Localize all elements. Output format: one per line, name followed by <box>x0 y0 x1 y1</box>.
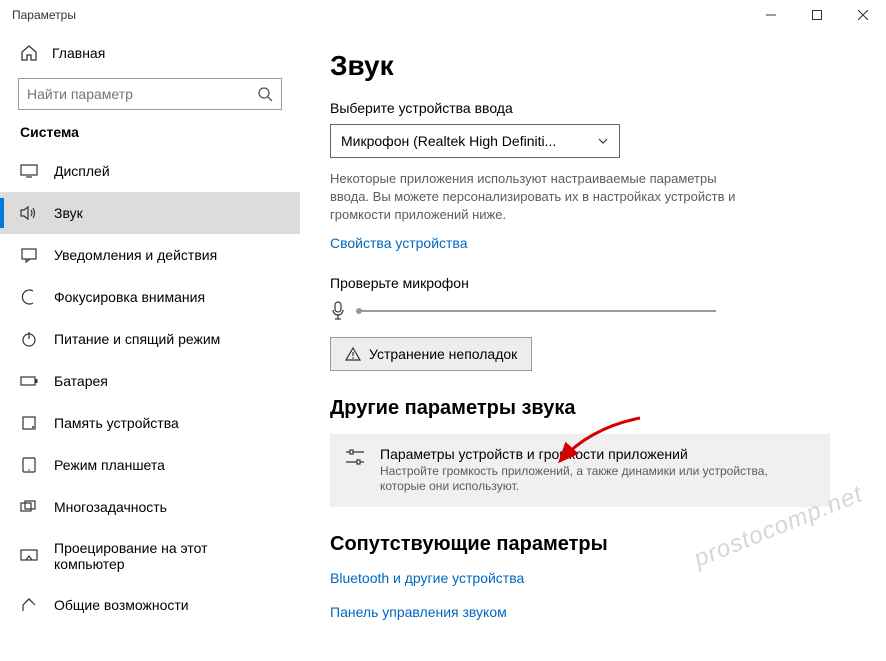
option-title: Параметры устройств и громкости приложен… <box>380 446 816 462</box>
sidebar-item-focus[interactable]: Фокусировка внимания <box>0 276 300 318</box>
window-controls <box>748 0 886 30</box>
shared-icon <box>20 596 38 614</box>
related-settings-title: Сопутствующие параметры <box>330 533 856 556</box>
bluetooth-link[interactable]: Bluetooth и другие устройства <box>330 570 524 586</box>
sidebar-item-label: Уведомления и действия <box>54 247 217 263</box>
home-nav[interactable]: Главная <box>0 34 300 72</box>
sidebar-item-battery[interactable]: Батарея <box>0 360 300 402</box>
microphone-icon <box>330 301 346 321</box>
minimize-button[interactable] <box>748 0 794 30</box>
chevron-down-icon <box>597 135 609 147</box>
storage-icon <box>20 414 38 432</box>
sidebar-item-notifications[interactable]: Уведомления и действия <box>0 234 300 276</box>
sidebar-section-title: Система <box>0 124 300 150</box>
search-input[interactable] <box>18 78 282 110</box>
sidebar-item-storage[interactable]: Память устройства <box>0 402 300 444</box>
sidebar-item-projecting[interactable]: Проецирование на этот компьютер <box>0 528 300 584</box>
sidebar: Главная Система Дисплей Звук Уведомления… <box>0 30 300 661</box>
input-device-dropdown[interactable]: Микрофон (Realtek High Definiti... <box>330 124 620 158</box>
sidebar-item-label: Проецирование на этот компьютер <box>54 540 280 572</box>
dropdown-value: Микрофон (Realtek High Definiti... <box>341 133 597 149</box>
test-mic-label: Проверьте микрофон <box>330 275 856 291</box>
input-device-label: Выберите устройства ввода <box>330 100 856 116</box>
sidebar-item-shared[interactable]: Общие возможности <box>0 584 300 626</box>
sidebar-item-sound[interactable]: Звук <box>0 192 300 234</box>
sidebar-item-multitask[interactable]: Многозадачность <box>0 486 300 528</box>
warning-icon <box>345 347 361 361</box>
focus-icon <box>20 288 38 306</box>
sidebar-item-label: Общие возможности <box>54 597 189 613</box>
titlebar: Параметры <box>0 0 886 30</box>
sidebar-item-label: Батарея <box>54 373 108 389</box>
tablet-icon <box>20 456 38 474</box>
device-properties-link[interactable]: Свойства устройства <box>330 235 468 251</box>
sidebar-item-tablet[interactable]: Режим планшета <box>0 444 300 486</box>
troubleshoot-button[interactable]: Устранение неполадок <box>330 337 532 371</box>
mic-level-bar <box>356 310 716 312</box>
sound-icon <box>20 204 38 222</box>
sidebar-item-display[interactable]: Дисплей <box>0 150 300 192</box>
close-button[interactable] <box>840 0 886 30</box>
app-volume-option[interactable]: Параметры устройств и громкости приложен… <box>330 434 830 507</box>
search-icon <box>257 86 273 102</box>
maximize-button[interactable] <box>794 0 840 30</box>
sidebar-item-label: Режим планшета <box>54 457 165 473</box>
sidebar-item-label: Фокусировка внимания <box>54 289 205 305</box>
projecting-icon <box>20 547 38 565</box>
sidebar-item-label: Звук <box>54 205 83 221</box>
input-description: Некоторые приложения используют настраив… <box>330 170 750 225</box>
sidebar-item-label: Питание и спящий режим <box>54 331 220 347</box>
notifications-icon <box>20 246 38 264</box>
window-title: Параметры <box>12 8 76 22</box>
battery-icon <box>20 372 38 390</box>
sidebar-item-label: Дисплей <box>54 163 110 179</box>
sound-cp-link[interactable]: Панель управления звуком <box>330 604 507 620</box>
sidebar-item-power[interactable]: Питание и спящий режим <box>0 318 300 360</box>
main-content: Звук Выберите устройства ввода Микрофон … <box>300 30 886 661</box>
power-icon <box>20 330 38 348</box>
home-icon <box>20 44 38 62</box>
troubleshoot-label: Устранение неполадок <box>369 346 517 362</box>
sidebar-item-label: Память устройства <box>54 415 179 431</box>
display-icon <box>20 162 38 180</box>
sliders-icon <box>344 446 366 495</box>
sidebar-item-label: Многозадачность <box>54 499 167 515</box>
page-title: Звук <box>330 50 856 82</box>
option-desc: Настройте громкость приложений, а также … <box>380 464 816 495</box>
multitask-icon <box>20 498 38 516</box>
home-label: Главная <box>52 45 105 61</box>
other-settings-title: Другие параметры звука <box>330 397 856 420</box>
